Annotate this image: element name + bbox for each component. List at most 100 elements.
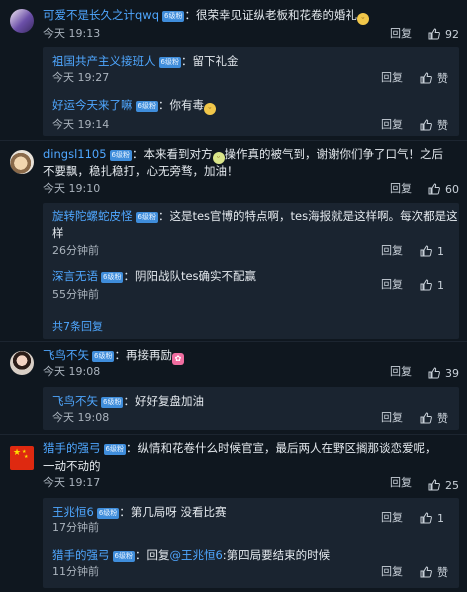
reply-button[interactable]: 回复 bbox=[381, 511, 403, 525]
like-button[interactable]: 25 bbox=[428, 479, 459, 493]
reply-list: 飞鸟不矢 6级粉 ：好好复盘加油 今天 19:08 回复 赞 bbox=[43, 387, 459, 430]
reply-text: :第四局要结束的时候 bbox=[222, 548, 331, 562]
level-badge: 6级粉 bbox=[101, 397, 124, 408]
like-count: 25 bbox=[445, 479, 459, 492]
username[interactable]: 飞鸟不矢 bbox=[52, 394, 98, 408]
like-count: 92 bbox=[445, 28, 459, 41]
timestamp: 今天 19:14 bbox=[52, 118, 110, 131]
level-badge: 6级粉 bbox=[135, 101, 158, 112]
timestamp: 今天 19:17 bbox=[43, 476, 101, 489]
username[interactable]: 祖国共产主义接班人 bbox=[52, 54, 156, 68]
reply-prefix: 回复 bbox=[146, 548, 170, 562]
level-badge: 6级粉 bbox=[103, 444, 126, 455]
reply-button[interactable]: 回复 bbox=[381, 278, 403, 292]
like-count: 1 bbox=[437, 512, 444, 525]
comment-text: 纵情和花卷什么时候官宣，最后两人在野区搁那谈恋爱呢， bbox=[137, 441, 437, 455]
thumbs-up-icon bbox=[420, 72, 432, 84]
divider bbox=[0, 140, 467, 141]
username[interactable]: 可爱不是长久之计qwq bbox=[43, 8, 159, 22]
like-button[interactable]: 赞 bbox=[420, 412, 448, 426]
like-button[interactable]: 赞 bbox=[420, 72, 448, 86]
like-label: 赞 bbox=[437, 412, 448, 425]
comment-text-continued: 不要飘，稳扎稳打，心无旁骛，加油！ bbox=[43, 164, 239, 178]
reply-text: 第几局呀 没看比赛 bbox=[130, 505, 227, 519]
comment-text: 很荣幸见证纵老板和花卷的婚礼 bbox=[195, 8, 357, 22]
divider bbox=[0, 341, 467, 342]
level-badge: 6级粉 bbox=[162, 11, 185, 22]
reply-list: 旋转陀螺蛇皮怪 6级粉 ：这是tes官博的特点啊，tes海报就是这样啊。每次都是这 … bbox=[43, 203, 459, 339]
username[interactable]: 深言无语 bbox=[52, 269, 98, 283]
reply-text: 这是tes官博的特点啊，tes海报就是这样啊。每次都是这 bbox=[169, 209, 458, 223]
level-badge: 6级粉 bbox=[112, 551, 135, 562]
comment-text: 再接再励 bbox=[125, 348, 172, 362]
cat-emoji-icon: ᵕ bbox=[356, 13, 369, 25]
like-count: 60 bbox=[445, 183, 459, 196]
avatar[interactable]: ★ ★ ★ bbox=[10, 446, 34, 470]
timestamp: 55分钟前 bbox=[52, 288, 99, 301]
like-button[interactable]: 1 bbox=[420, 512, 444, 526]
reply-button[interactable]: 回复 bbox=[381, 71, 403, 85]
thumbs-up-icon bbox=[420, 566, 432, 578]
reply-button[interactable]: 回复 bbox=[381, 411, 403, 425]
reply-button[interactable]: 回复 bbox=[381, 244, 403, 258]
timestamp: 今天 19:27 bbox=[52, 71, 110, 84]
timestamp: 17分钟前 bbox=[52, 521, 99, 534]
reply-list: 祖国共产主义接班人 6级粉 ：留下礼金 今天 19:27 回复 赞 好运今天来了嘛 6… bbox=[43, 47, 459, 136]
username[interactable]: dingsl1105 bbox=[43, 147, 107, 161]
avatar[interactable] bbox=[10, 351, 34, 375]
like-button[interactable]: 39 bbox=[428, 367, 459, 381]
thumbs-up-icon bbox=[420, 279, 432, 291]
thumbs-up-icon bbox=[420, 512, 432, 524]
username[interactable]: 旋转陀螺蛇皮怪 bbox=[52, 209, 133, 223]
avatar[interactable] bbox=[10, 9, 34, 33]
cat-emoji-icon: ᵕ bbox=[203, 103, 216, 115]
level-badge: 6级粉 bbox=[101, 272, 124, 283]
timestamp: 11分钟前 bbox=[52, 565, 99, 578]
thumbs-up-icon bbox=[420, 245, 432, 257]
username[interactable]: 王兆恒6 bbox=[52, 505, 94, 519]
reply-list: 王兆恒6 6级粉 ：第几局呀 没看比赛 17分钟前 回复 1 猎手的强弓 6级粉 ：回复… bbox=[43, 498, 459, 588]
thumbs-up-icon bbox=[420, 412, 432, 424]
timestamp: 26分钟前 bbox=[52, 244, 99, 257]
reply-button[interactable]: 回复 bbox=[381, 565, 403, 579]
username[interactable]: 猎手的强弓 bbox=[52, 548, 110, 562]
username[interactable]: 猎手的强弓 bbox=[43, 441, 101, 455]
level-badge: 6级粉 bbox=[158, 57, 181, 68]
like-button[interactable]: 92 bbox=[428, 28, 459, 42]
like-button[interactable]: 1 bbox=[420, 245, 444, 259]
bow-emoji-icon: ✿ bbox=[171, 353, 184, 365]
mention-link[interactable]: @王兆恒6 bbox=[169, 548, 222, 562]
like-label: 赞 bbox=[437, 119, 448, 132]
reply-button[interactable]: 回复 bbox=[390, 476, 412, 490]
reply-button[interactable]: 回复 bbox=[390, 182, 412, 196]
like-button[interactable]: 赞 bbox=[420, 566, 448, 580]
like-button[interactable]: 赞 bbox=[420, 119, 448, 133]
username[interactable]: 飞鸟不矢 bbox=[43, 348, 89, 362]
reply-button[interactable]: 回复 bbox=[390, 27, 412, 41]
view-more-replies-link[interactable]: 共7条回复 bbox=[52, 318, 103, 334]
like-count: 1 bbox=[437, 245, 444, 258]
like-label: 赞 bbox=[437, 72, 448, 85]
like-button[interactable]: 1 bbox=[420, 279, 444, 293]
thumbs-up-icon bbox=[428, 28, 440, 40]
comment-text-continued: 一动不动的 bbox=[43, 459, 101, 473]
timestamp: 今天 19:08 bbox=[43, 365, 101, 378]
comment-text: 本来看到对方 bbox=[143, 147, 213, 161]
thumbs-up-icon bbox=[420, 119, 432, 131]
divider bbox=[0, 434, 467, 435]
timestamp: 今天 19:10 bbox=[43, 182, 101, 195]
reply-text: 你有毒 bbox=[169, 98, 204, 112]
thumbs-up-icon bbox=[428, 479, 440, 491]
level-badge: 6级粉 bbox=[92, 351, 115, 362]
username[interactable]: 好运今天来了嘛 bbox=[52, 98, 133, 112]
comment-text: 操作真的被气到，谢谢你们争了口气！之后 bbox=[224, 147, 444, 161]
reply-text: 留下礼金 bbox=[192, 54, 239, 68]
thumbs-up-icon bbox=[428, 367, 440, 379]
like-count: 1 bbox=[437, 279, 444, 292]
like-button[interactable]: 60 bbox=[428, 183, 459, 197]
reply-button[interactable]: 回复 bbox=[381, 118, 403, 132]
timestamp: 今天 19:08 bbox=[52, 411, 110, 424]
avatar[interactable] bbox=[10, 150, 34, 174]
timestamp: 今天 19:13 bbox=[43, 27, 101, 40]
reply-button[interactable]: 回复 bbox=[390, 365, 412, 379]
